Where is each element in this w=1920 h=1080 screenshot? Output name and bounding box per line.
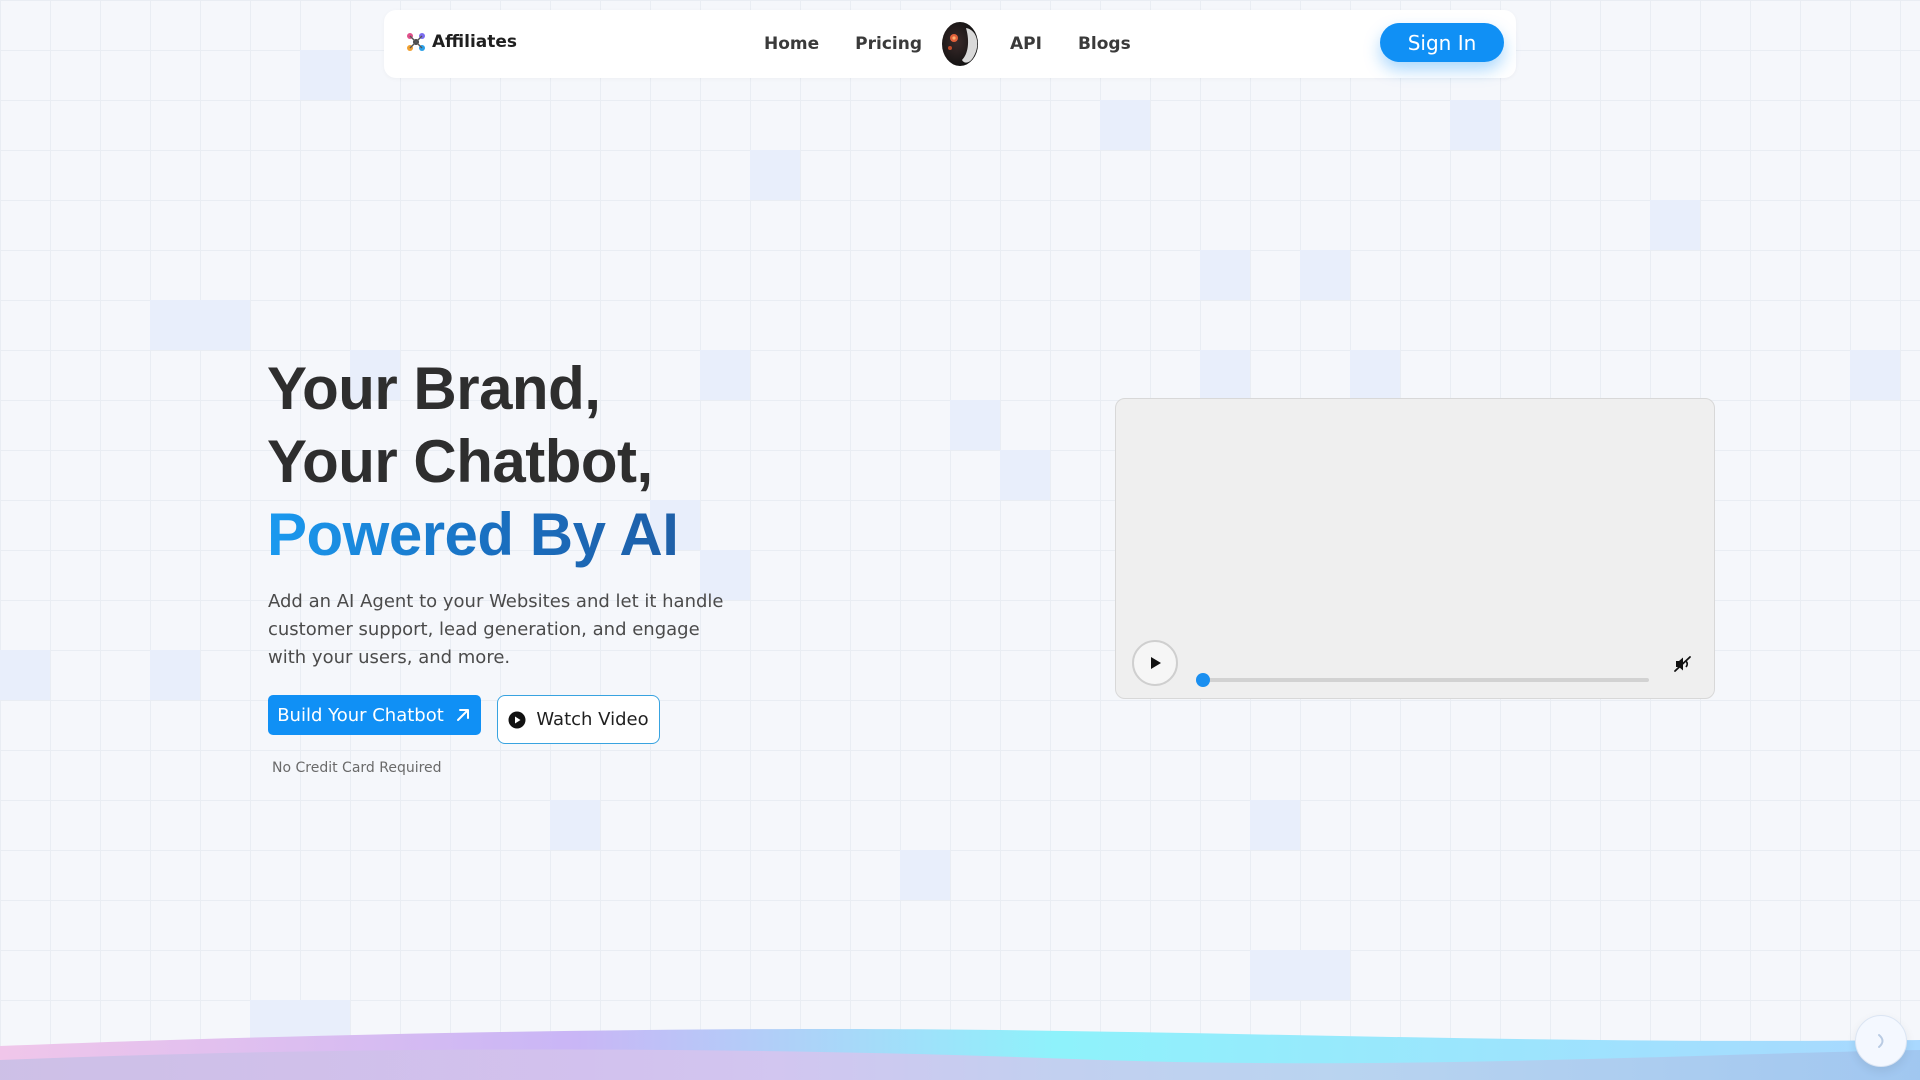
arrow-up-right-icon <box>456 709 469 721</box>
bg-tile <box>950 400 1000 450</box>
hero-description: Add an AI Agent to your Websites and let… <box>268 591 724 668</box>
bg-tile <box>150 300 250 350</box>
nav-api-link[interactable]: API <box>1010 34 1042 54</box>
bg-tile <box>0 650 50 700</box>
bg-tile <box>1200 350 1250 400</box>
bg-tile <box>700 350 750 400</box>
bg-tile <box>750 150 800 200</box>
nav-pricing-link[interactable]: Pricing <box>855 34 922 54</box>
hero-title-line: Your Chatbot, <box>267 428 653 495</box>
build-chatbot-button[interactable]: Build Your Chatbot <box>268 695 481 735</box>
bg-tile <box>150 650 200 700</box>
bg-tile <box>1000 450 1050 500</box>
sign-in-button[interactable]: Sign In <box>1380 23 1504 62</box>
chat-icon <box>1878 1034 1884 1048</box>
brand-name: Affiliates <box>432 32 518 52</box>
nav-links: Home Pricing API Blogs <box>764 10 1131 78</box>
brand-link[interactable]: Affiliates <box>406 32 517 52</box>
landing-page: Affiliates Home Pricing API Blogs Sign I… <box>0 0 1920 1080</box>
bg-tile <box>1250 950 1350 1000</box>
top-navbar: Affiliates Home Pricing API Blogs Sign I… <box>384 10 1516 78</box>
bg-tile <box>1350 350 1400 400</box>
mute-icon[interactable] <box>1673 654 1693 674</box>
brand-logo-icon <box>407 33 425 51</box>
play-icon <box>1151 657 1161 669</box>
bg-tile <box>1200 250 1250 300</box>
bg-tile <box>550 800 600 850</box>
video-play-button[interactable] <box>1132 640 1178 686</box>
decorative-wave <box>0 1028 1920 1080</box>
watch-video-button[interactable]: Watch Video <box>497 695 660 744</box>
nav-home-link[interactable]: Home <box>764 34 819 54</box>
bg-tile <box>1650 200 1700 250</box>
bg-tile <box>1250 800 1300 850</box>
chat-widget-button[interactable] <box>1855 1015 1907 1067</box>
play-circle-icon <box>508 711 526 728</box>
build-chatbot-label: Build Your Chatbot <box>277 704 444 726</box>
watch-video-label: Watch Video <box>536 709 649 730</box>
bg-tile <box>1850 350 1900 400</box>
avatar <box>942 22 979 66</box>
bg-tile <box>1100 100 1150 150</box>
bg-tile <box>1450 100 1500 150</box>
nav-blogs-link[interactable]: Blogs <box>1078 34 1131 54</box>
bg-tile <box>300 50 350 100</box>
video-progress-bar[interactable] <box>1197 678 1649 682</box>
hero-title-line: Your Brand, <box>267 355 601 422</box>
hero-title: Your Brand, Your Chatbot, Powered By AI <box>267 352 679 571</box>
bg-tile <box>1300 250 1350 300</box>
no-credit-card-note: No Credit Card Required <box>272 760 442 776</box>
hero-title-accent: Powered By AI <box>267 498 679 571</box>
video-progress-handle[interactable] <box>1196 673 1210 687</box>
video-player[interactable] <box>1115 398 1715 699</box>
bg-tile <box>900 850 950 900</box>
